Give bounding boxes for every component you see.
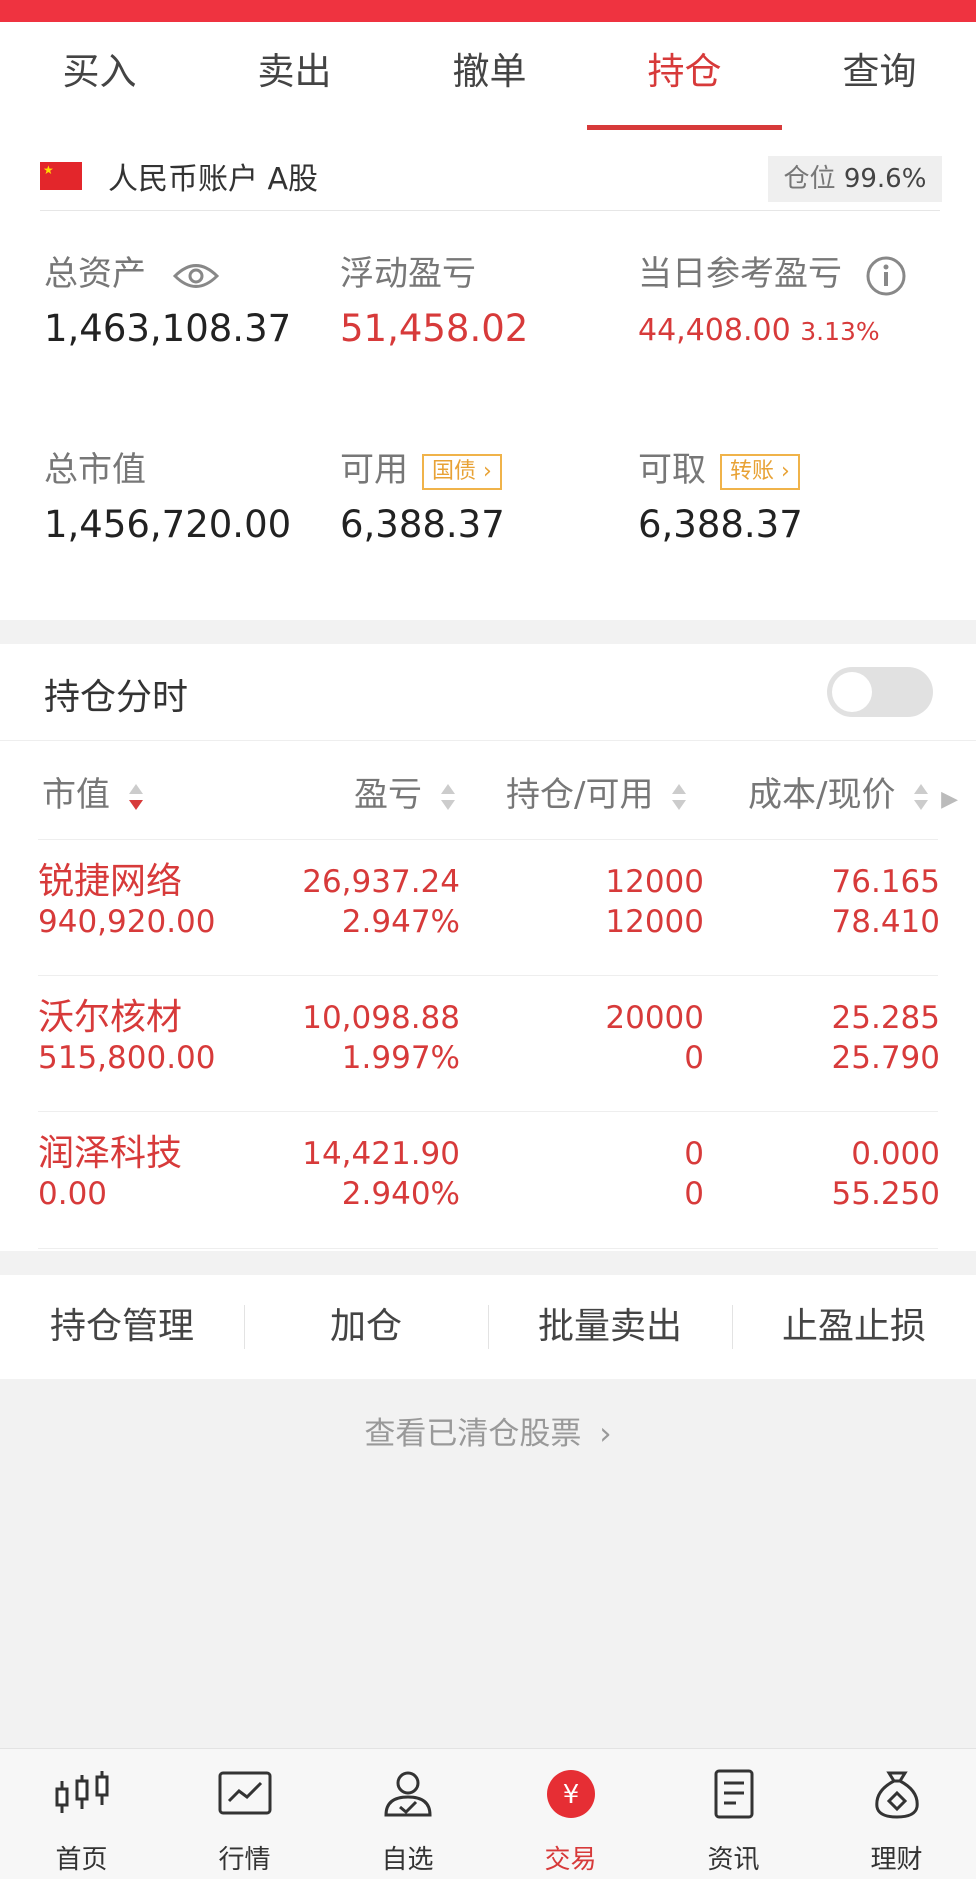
floating-pl: 浮动盈亏 51,458.02 [340, 254, 529, 350]
add-position-button[interactable]: 加仓 [244, 1275, 488, 1379]
yuan-icon: ¥ [546, 1770, 595, 1818]
user-check-icon [383, 1771, 432, 1817]
nav-news[interactable]: 资讯 [652, 1749, 815, 1879]
floating-pl-value: 51,458.02 [340, 307, 529, 350]
holdings-actions: 持仓管理 加仓 批量卖出 止盈止损 [0, 1275, 976, 1379]
nav-wealth[interactable]: 理财 [815, 1749, 976, 1879]
sort-icon [914, 783, 929, 810]
holdings-intraday-row: 持仓分时 [0, 644, 976, 741]
tab-query[interactable]: 查询 [782, 22, 976, 130]
eye-icon[interactable] [172, 261, 219, 291]
nav-watchlist[interactable]: 自选 [326, 1749, 489, 1879]
header-market-value[interactable]: 市值 [42, 767, 145, 816]
nav-market[interactable]: 行情 [163, 1749, 326, 1879]
holdings-intraday-toggle[interactable] [827, 667, 933, 717]
candlestick-icon [55, 1771, 108, 1813]
total-assets: 总资产 1,463,108.37 [44, 254, 292, 350]
holdings-intraday-label: 持仓分时 [44, 677, 189, 718]
chevron-right-icon: › [781, 458, 790, 484]
holdings-table: 市值 盈亏 持仓/可用 成本/现价 ▶ 锐捷网络 940,920.00 26,9… [0, 741, 976, 1251]
sort-icon [440, 783, 455, 810]
chart-icon [218, 1771, 271, 1815]
market-value-value: 1,456,720.00 [44, 503, 292, 546]
status-bar [0, 0, 976, 22]
table-row[interactable]: 沃尔核材 515,800.00 10,098.88 1.997% 20000 0… [38, 975, 940, 1112]
transfer-tag[interactable]: 转账 › [720, 453, 800, 490]
account-summary-card: ★ 人民币账户 A股 仓位 99.6% 总资产 1,463,108.37 浮动盈… [0, 130, 976, 620]
account-row[interactable]: ★ 人民币账户 A股 仓位 99.6% [40, 148, 942, 211]
available-value: 6,388.37 [340, 503, 505, 546]
chevron-right-icon: › [599, 1416, 612, 1452]
sort-icon [672, 783, 687, 810]
view-cleared-stocks-link[interactable]: 查看已清仓股票 › [0, 1408, 976, 1453]
take-profit-stop-loss-button[interactable]: 止盈止损 [732, 1275, 976, 1379]
daily-pl: 当日参考盈亏 44,408.00 3.13% [638, 246, 907, 348]
trade-tabs: 买入 卖出 撤单 持仓 查询 [0, 22, 976, 131]
nav-trade[interactable]: ¥ 交易 [489, 1749, 652, 1879]
bottom-navigation: 首页 行情 自选 ¥ 交易 资讯 理财 [0, 1748, 976, 1879]
account-label: 人民币账户 A股 [108, 162, 319, 197]
withdrawable-value: 6,388.37 [638, 503, 803, 546]
money-bag-icon [874, 1771, 919, 1819]
tab-buy[interactable]: 买入 [2, 22, 197, 130]
china-flag-icon: ★ [40, 162, 82, 190]
holdings-management-button[interactable]: 持仓管理 [0, 1275, 244, 1379]
chevron-right-icon: › [483, 458, 492, 484]
tab-cancel-order[interactable]: 撤单 [392, 22, 587, 130]
daily-pl-percent: 3.13% [800, 316, 880, 346]
svg-text:¥: ¥ [562, 1780, 579, 1810]
available-funds: 可用 国债 › 6,388.37 [340, 450, 505, 546]
total-assets-value: 1,463,108.37 [44, 307, 292, 350]
tab-sell[interactable]: 卖出 [197, 22, 392, 130]
daily-pl-value: 44,408.00 [638, 312, 791, 348]
tab-holdings[interactable]: 持仓 [587, 22, 782, 130]
withdrawable-funds: 可取 转账 › 6,388.37 [638, 450, 803, 546]
scroll-right-icon[interactable]: ▶ [941, 787, 958, 812]
header-cost-price[interactable]: 成本/现价 ▶ [748, 767, 958, 816]
treasury-bond-tag[interactable]: 国债 › [422, 453, 502, 490]
table-row[interactable]: 锐捷网络 940,920.00 26,937.24 2.947% 12000 1… [38, 839, 940, 976]
position-badge: 仓位 99.6% [768, 156, 942, 202]
nav-home[interactable]: 首页 [0, 1749, 163, 1879]
document-icon [714, 1769, 753, 1819]
header-pl[interactable]: 盈亏 [354, 767, 457, 816]
header-position-available[interactable]: 持仓/可用 [506, 767, 688, 816]
table-row[interactable]: 润泽科技 0.00 14,421.90 2.940% 0 0 0.000 55.… [38, 1111, 940, 1249]
info-icon[interactable] [865, 255, 907, 297]
market-value: 总市值 1,456,720.00 [44, 450, 292, 546]
sort-icon [128, 783, 143, 810]
batch-sell-button[interactable]: 批量卖出 [488, 1275, 732, 1379]
